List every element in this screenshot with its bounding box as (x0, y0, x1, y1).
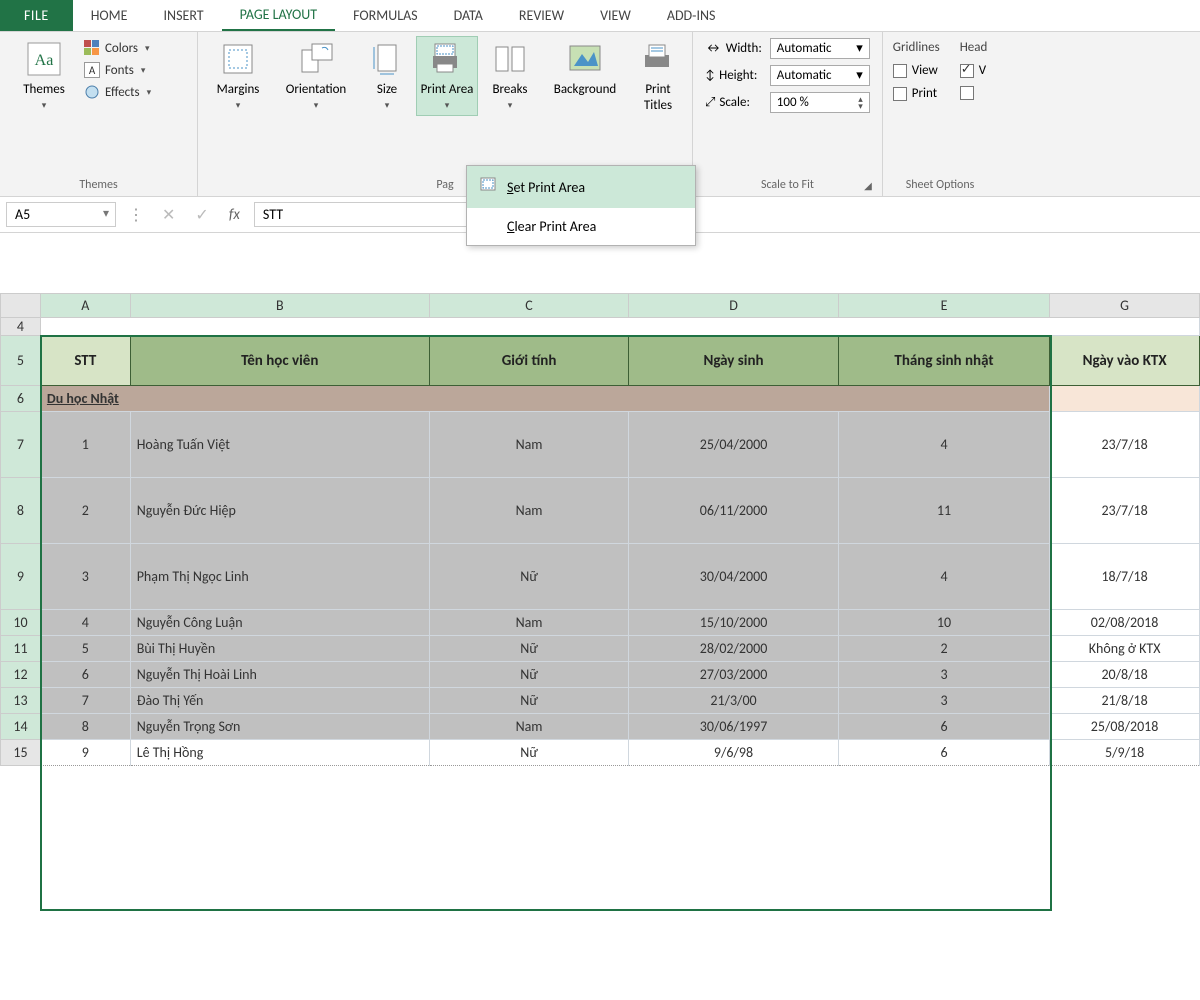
scale-spinner[interactable]: 100 %▴▾ (770, 92, 870, 113)
header-ktx[interactable]: Ngày vào KTX (1050, 336, 1200, 386)
colors-button[interactable]: Colors▾ (84, 40, 151, 56)
scale-dialog-launcher[interactable]: ◢ (864, 179, 872, 192)
tab-addins[interactable]: ADD-INS (649, 0, 734, 31)
margins-button[interactable]: Margins▾ (206, 36, 270, 116)
row-header[interactable]: 12 (1, 662, 41, 688)
print-area-button[interactable]: Print Area▾ (416, 36, 478, 116)
set-print-area-icon (479, 176, 497, 198)
background-button[interactable]: Background (542, 36, 628, 103)
row-header[interactable]: 15 (1, 740, 41, 766)
col-header-e[interactable]: E (838, 294, 1049, 318)
orientation-icon (298, 41, 334, 77)
ribbon-tabs: FILE HOME INSERT PAGE LAYOUT FORMULAS DA… (0, 0, 1200, 32)
header-gioitinh[interactable]: Giới tính (429, 336, 628, 386)
print-area-menu: Set Print Area Clear Print Area (466, 165, 696, 246)
breaks-button[interactable]: Breaks▾ (482, 36, 538, 116)
gridlines-header: Gridlines (893, 40, 940, 55)
row-header[interactable]: 14 (1, 714, 41, 740)
tab-page-layout[interactable]: PAGE LAYOUT (222, 0, 335, 31)
tab-data[interactable]: DATA (436, 0, 501, 31)
fonts-icon: A (84, 62, 100, 78)
svg-text:Aa: Aa (35, 52, 54, 69)
group-scale-to-fit: ↔Width: Automatic▾ ↕Height: Automatic▾ ⤢… (693, 32, 883, 196)
formula-input[interactable]: STT (254, 202, 474, 227)
col-header-b[interactable]: B (130, 294, 429, 318)
scale-icon: ⤢ (705, 95, 715, 110)
row-header[interactable]: 7 (1, 412, 41, 478)
group-sheet-options: Gridlines View Print Head V Sheet Option… (883, 32, 998, 196)
gridlines-view-checkbox[interactable]: View (893, 63, 940, 78)
header-stt[interactable]: STT (40, 336, 130, 386)
row-header[interactable]: 13 (1, 688, 41, 714)
tab-file[interactable]: FILE (0, 0, 73, 31)
accept-formula-button[interactable]: ✓ (189, 205, 214, 225)
select-all-corner[interactable] (1, 294, 41, 318)
height-icon: ↕ (705, 68, 715, 83)
effects-button[interactable]: Effects▾ (84, 84, 151, 100)
breaks-icon (492, 41, 528, 77)
spreadsheet[interactable]: A B C D E G 4 5 STT Tên học viên Giới tí… (0, 293, 1200, 766)
svg-text:A: A (89, 64, 96, 77)
row-header[interactable]: 6 (1, 386, 41, 412)
print-area-icon (429, 41, 465, 77)
print-titles-icon (640, 41, 676, 77)
effects-icon (84, 84, 100, 100)
fonts-button[interactable]: A Fonts▾ (84, 62, 151, 78)
group-label-pagesetup: Pag (436, 178, 453, 192)
row-header[interactable]: 5 (1, 336, 41, 386)
header-thang[interactable]: Tháng sinh nhật (838, 336, 1049, 386)
col-header-c[interactable]: C (429, 294, 628, 318)
group-heading[interactable]: Du học Nhật (40, 386, 1049, 412)
tab-home[interactable]: HOME (73, 0, 146, 31)
row-header[interactable]: 9 (1, 544, 41, 610)
row-header[interactable]: 10 (1, 610, 41, 636)
themes-label: Themes (23, 82, 65, 98)
col-header-g[interactable]: G (1050, 294, 1200, 318)
row-header[interactable]: 8 (1, 478, 41, 544)
tab-review[interactable]: REVIEW (501, 0, 582, 31)
headings-view-checkbox[interactable]: V (960, 63, 988, 78)
name-box[interactable]: A5 (6, 202, 116, 227)
tab-view[interactable]: VIEW (582, 0, 649, 31)
size-button[interactable]: Size▾ (362, 36, 412, 116)
themes-icon: Aa (26, 41, 62, 77)
header-ten[interactable]: Tên học viên (130, 336, 429, 386)
header-ngaysinh[interactable]: Ngày sinh (629, 336, 839, 386)
set-print-area-item[interactable]: Set Print Area (467, 166, 695, 208)
print-titles-button[interactable]: Print Titles (632, 36, 684, 118)
group-label-sheetopts: Sheet Options (891, 176, 990, 196)
height-dropdown[interactable]: Automatic▾ (770, 65, 870, 86)
colors-icon (84, 40, 100, 56)
margins-icon (220, 41, 256, 77)
row-header[interactable]: 11 (1, 636, 41, 662)
col-header-d[interactable]: D (629, 294, 839, 318)
cancel-formula-button[interactable]: ✕ (156, 205, 181, 225)
width-dropdown[interactable]: Automatic▾ (770, 38, 870, 59)
size-icon (369, 41, 405, 77)
gridlines-print-checkbox[interactable]: Print (893, 86, 940, 101)
tab-insert[interactable]: INSERT (146, 0, 222, 31)
themes-button[interactable]: Aa Themes ▾ (8, 36, 80, 116)
headings-print-checkbox[interactable] (960, 86, 988, 100)
headings-header: Head (960, 40, 988, 55)
background-icon (567, 41, 603, 77)
tab-formulas[interactable]: FORMULAS (335, 0, 436, 31)
group-label-scale: Scale to Fit (761, 178, 814, 192)
width-icon: ↔ (705, 41, 722, 56)
clear-print-area-item[interactable]: Clear Print Area (467, 208, 695, 245)
orientation-button[interactable]: Orientation▾ (274, 36, 358, 116)
group-label-themes: Themes (8, 176, 189, 196)
chevron-down-icon: ▾ (42, 101, 47, 112)
col-header-a[interactable]: A (40, 294, 130, 318)
fx-button[interactable]: fx (223, 206, 246, 224)
row-header[interactable]: 4 (1, 318, 41, 336)
group-themes: Aa Themes ▾ Colors▾ A Fonts▾ Effects▾ (0, 32, 198, 196)
